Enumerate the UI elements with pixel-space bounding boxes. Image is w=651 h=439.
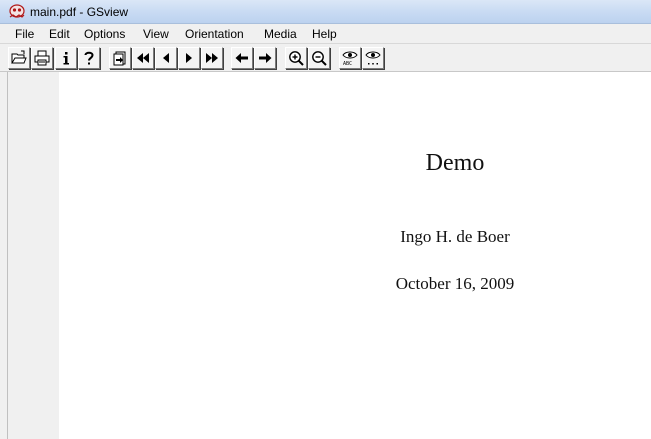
- find-next-icon: [365, 51, 381, 65]
- first-page-icon: [137, 53, 149, 63]
- last-page-button[interactable]: [201, 47, 223, 69]
- gsview-ghost-icon[interactable]: [8, 4, 26, 20]
- print-button[interactable]: [31, 47, 53, 69]
- menu-help[interactable]: Help: [310, 26, 339, 42]
- menu-options[interactable]: Options: [82, 26, 127, 42]
- open-folder-icon: [11, 50, 27, 64]
- toolbar: ABC: [0, 44, 651, 72]
- zoom-out-icon: [312, 51, 327, 66]
- open-button[interactable]: [8, 47, 30, 69]
- print-icon: [34, 50, 50, 66]
- menu-file[interactable]: File: [13, 26, 36, 42]
- goto-page-icon: [113, 51, 126, 66]
- forward-button[interactable]: [254, 47, 276, 69]
- zoom-in-button[interactable]: [285, 47, 307, 69]
- last-page-icon: [206, 53, 218, 63]
- help-question-icon: [84, 51, 94, 65]
- document-author: Ingo H. de Boer: [400, 227, 510, 246]
- help-button[interactable]: [78, 47, 100, 69]
- forward-arrow-icon: [259, 53, 272, 63]
- svg-text:ABC: ABC: [343, 61, 352, 66]
- next-page-button[interactable]: [178, 47, 200, 69]
- menu-orientation[interactable]: Orientation: [183, 26, 246, 42]
- page-gutter: [9, 72, 59, 439]
- back-button[interactable]: [231, 47, 253, 69]
- title-bar: main.pdf - GSview: [0, 0, 651, 24]
- window-title: main.pdf - GSview: [30, 5, 129, 19]
- zoom-in-icon: [289, 51, 304, 66]
- document-title: Demo: [425, 150, 485, 176]
- find-text-icon: ABC: [342, 51, 358, 66]
- goto-page-button[interactable]: [109, 47, 131, 69]
- back-arrow-icon: [235, 53, 248, 63]
- previous-page-icon: [163, 53, 169, 63]
- menu-bar: File Edit Options View Orientation Media…: [0, 24, 651, 44]
- document-view[interactable]: Demo Ingo H. de Boer October 16, 2009: [0, 72, 651, 439]
- document-page[interactable]: Demo Ingo H. de Boer October 16, 2009: [59, 72, 651, 439]
- zoom-out-button[interactable]: [308, 47, 330, 69]
- document-date: October 16, 2009: [395, 274, 515, 293]
- find-button[interactable]: ABC: [339, 47, 361, 69]
- find-next-button[interactable]: [362, 47, 384, 69]
- menu-edit[interactable]: Edit: [47, 26, 72, 42]
- next-page-icon: [186, 53, 192, 63]
- menu-view[interactable]: View: [141, 26, 171, 42]
- menu-media[interactable]: Media: [262, 26, 299, 42]
- previous-page-button[interactable]: [155, 47, 177, 69]
- info-button[interactable]: [55, 47, 77, 69]
- first-page-button[interactable]: [132, 47, 154, 69]
- window-left-border: [0, 72, 8, 439]
- info-icon: [63, 52, 69, 65]
